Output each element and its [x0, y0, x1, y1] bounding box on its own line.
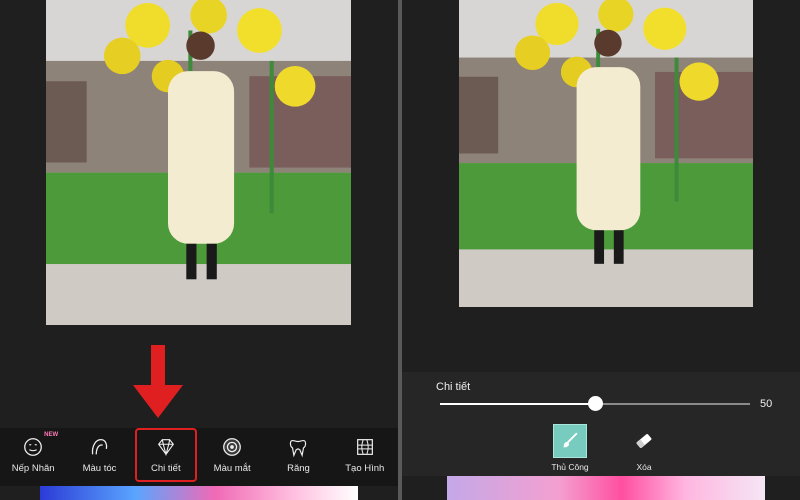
slider-thumb[interactable]	[588, 396, 603, 411]
tool-teeth[interactable]: Răng	[267, 428, 329, 482]
detail-controls: Chi tiết 50 Thủ Công Xóa	[402, 372, 800, 476]
ad-banner[interactable]	[447, 476, 765, 500]
mode-icon-box	[553, 424, 587, 458]
diamond-icon	[157, 439, 174, 457]
new-badge: NEW	[44, 432, 59, 438]
mode-label: Xóa	[636, 462, 652, 472]
slider-fill	[440, 403, 595, 405]
photo-image	[459, 0, 753, 307]
tool-detail[interactable]: Chi tiết	[134, 428, 197, 482]
tooth-icon	[290, 439, 307, 458]
right-editor-panel: Chi tiết 50 Thủ Công Xóa	[402, 0, 800, 500]
photo-image	[46, 0, 351, 325]
reshape-icon	[356, 439, 373, 455]
tool-hair-color[interactable]: Màu tóc	[68, 428, 130, 482]
eye-color-icon	[223, 438, 242, 456]
tool-label: Tạo Hình	[345, 463, 385, 474]
mode-icon-box	[627, 424, 661, 458]
tool-label: Chi tiết	[151, 463, 181, 474]
slider-value: 50	[760, 398, 773, 410]
detail-slider[interactable]	[440, 396, 750, 411]
tool-wrinkle[interactable]: NEW Nếp Nhăn	[2, 428, 64, 482]
erase-mode-button[interactable]: Xóa	[614, 424, 674, 472]
photo-canvas[interactable]	[46, 0, 351, 325]
tool-label: Nếp Nhăn	[11, 463, 55, 474]
red-arrow-indicator	[130, 345, 186, 420]
tool-reshape[interactable]: Tạo Hình	[334, 428, 396, 482]
tool-bar: NEW Nếp Nhăn Màu tóc Chi tiết Màu mắt Ră…	[0, 428, 398, 486]
manual-mode-button[interactable]: Thủ Công	[540, 424, 600, 472]
left-editor-panel: NEW Nếp Nhăn Màu tóc Chi tiết Màu mắt Ră…	[0, 0, 398, 500]
hair-color-icon	[92, 439, 108, 455]
photo-canvas[interactable]	[459, 0, 753, 307]
mode-label: Thủ Công	[551, 462, 589, 472]
eraser-icon	[636, 434, 652, 448]
ad-banner[interactable]	[40, 486, 358, 500]
tool-label: Răng	[287, 463, 310, 474]
tool-eye-color[interactable]: Màu mắt	[201, 428, 263, 482]
brush-icon	[563, 432, 578, 448]
face-wrinkle-icon	[24, 438, 43, 456]
tool-label: Màu tóc	[82, 463, 117, 474]
slider-title: Chi tiết	[436, 381, 471, 393]
tool-label: Màu mắt	[213, 463, 251, 474]
